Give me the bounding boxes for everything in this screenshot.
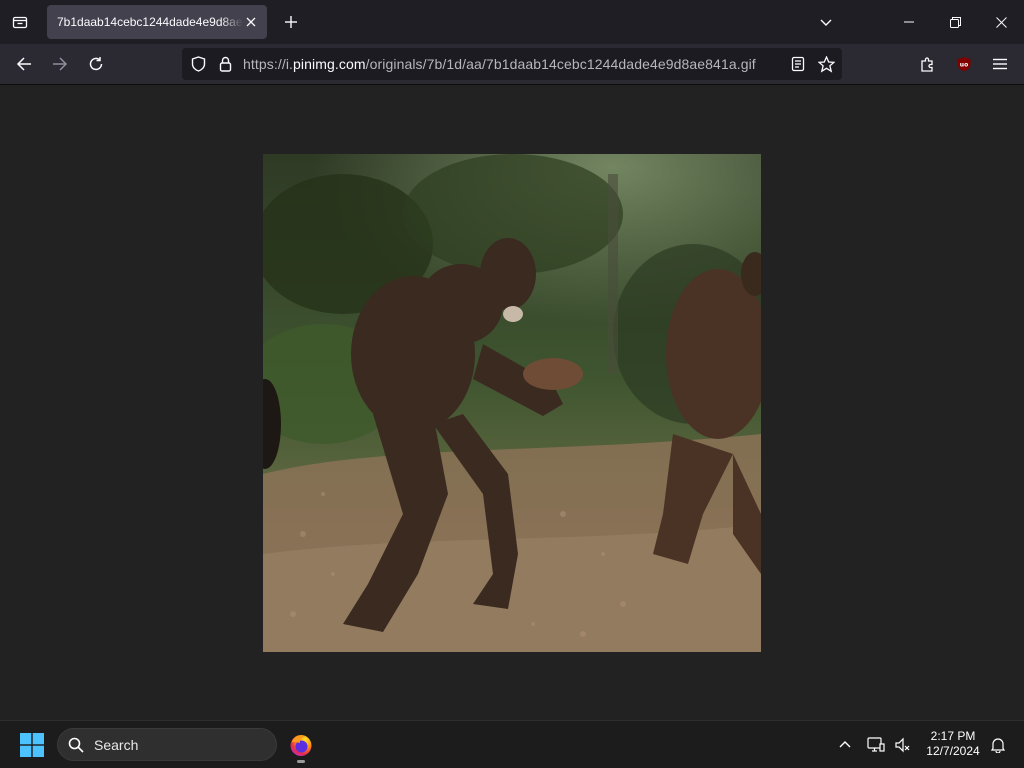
chevron-down-icon: [819, 15, 833, 29]
app-menu-button[interactable]: [986, 50, 1014, 78]
puzzle-icon: [920, 56, 936, 72]
notifications-button[interactable]: [986, 731, 1010, 759]
site-info-button[interactable]: [215, 54, 235, 74]
shield-icon: [191, 56, 206, 72]
bookmark-button[interactable]: [815, 54, 837, 74]
url-text[interactable]: https://i.pinimg.com/originals/7b/1d/aa/…: [243, 56, 756, 72]
close-icon: [995, 16, 1007, 28]
reload-icon: [88, 56, 104, 72]
taskbar-search-box[interactable]: Search: [57, 728, 277, 761]
windows-start-icon: [20, 733, 44, 757]
close-icon: [246, 17, 256, 27]
show-hidden-icons-button[interactable]: [832, 731, 858, 759]
forward-button[interactable]: [46, 50, 74, 78]
hamburger-icon: [993, 58, 1007, 70]
arrow-left-icon: [16, 56, 32, 72]
restore-button[interactable]: [932, 6, 978, 38]
plus-icon: [284, 15, 298, 29]
ublock-origin-button[interactable]: uo: [950, 50, 978, 78]
search-icon: [68, 737, 84, 753]
system-clock[interactable]: 2:17 PM 12/7/2024: [918, 729, 988, 759]
gif-image[interactable]: [263, 154, 761, 652]
back-button[interactable]: [10, 50, 38, 78]
svg-text:uo: uo: [960, 62, 968, 69]
url-prefix: https://i.: [243, 56, 294, 72]
url-bar[interactable]: https://i.pinimg.com/originals/7b/1d/aa/…: [182, 48, 842, 80]
start-button[interactable]: [12, 727, 52, 763]
volume-button[interactable]: [890, 731, 914, 759]
reader-view-icon: [791, 56, 805, 72]
network-icon: [867, 737, 885, 753]
list-tabs-dropdown-button[interactable]: [812, 8, 840, 36]
navigation-toolbar: https://i.pinimg.com/originals/7b/1d/aa/…: [0, 44, 1024, 85]
reader-view-button[interactable]: [787, 54, 809, 74]
taskbar: Search 2:17 PM 12/7/2024: [0, 720, 1024, 768]
volume-muted-icon: [894, 737, 910, 753]
lock-icon: [219, 56, 232, 72]
tab-active[interactable]: 7b1daab14cebc1244dade4e9d8ae841a.gif: [47, 5, 267, 39]
minimize-icon: [904, 17, 914, 27]
extensions-button[interactable]: [914, 50, 942, 78]
tab-strip: 7b1daab14cebc1244dade4e9d8ae841a.gif: [0, 0, 1024, 44]
url-path: /originals/7b/1d/aa/7b1daab14cebc1244dad…: [365, 56, 756, 72]
running-indicator: [297, 760, 305, 763]
chevron-up-icon: [839, 739, 851, 751]
network-button[interactable]: [864, 731, 888, 759]
ublock-icon: uo: [956, 56, 972, 72]
firefox-icon: [289, 733, 313, 757]
tab-list-icon: [12, 14, 28, 30]
clock-time: 2:17 PM: [930, 729, 976, 743]
tab-title: 7b1daab14cebc1244dade4e9d8ae841a.gif: [57, 15, 243, 29]
close-window-button[interactable]: [978, 6, 1024, 38]
restore-icon: [949, 16, 961, 28]
star-icon: [817, 55, 835, 73]
minimize-button[interactable]: [886, 6, 932, 38]
tab-close-button[interactable]: [243, 14, 259, 30]
page-content: [0, 85, 1024, 720]
firefox-taskbar-button[interactable]: [282, 727, 320, 763]
list-all-tabs-button[interactable]: [6, 8, 34, 36]
url-domain: pinimg.com: [293, 56, 366, 72]
arrow-right-icon: [52, 56, 68, 72]
tracking-protection-button[interactable]: [188, 54, 208, 74]
clock-date: 12/7/2024: [926, 744, 980, 758]
notification-bell-icon: [991, 737, 1005, 753]
new-tab-button[interactable]: [278, 8, 304, 36]
search-label: Search: [94, 737, 139, 753]
reload-button[interactable]: [82, 50, 110, 78]
